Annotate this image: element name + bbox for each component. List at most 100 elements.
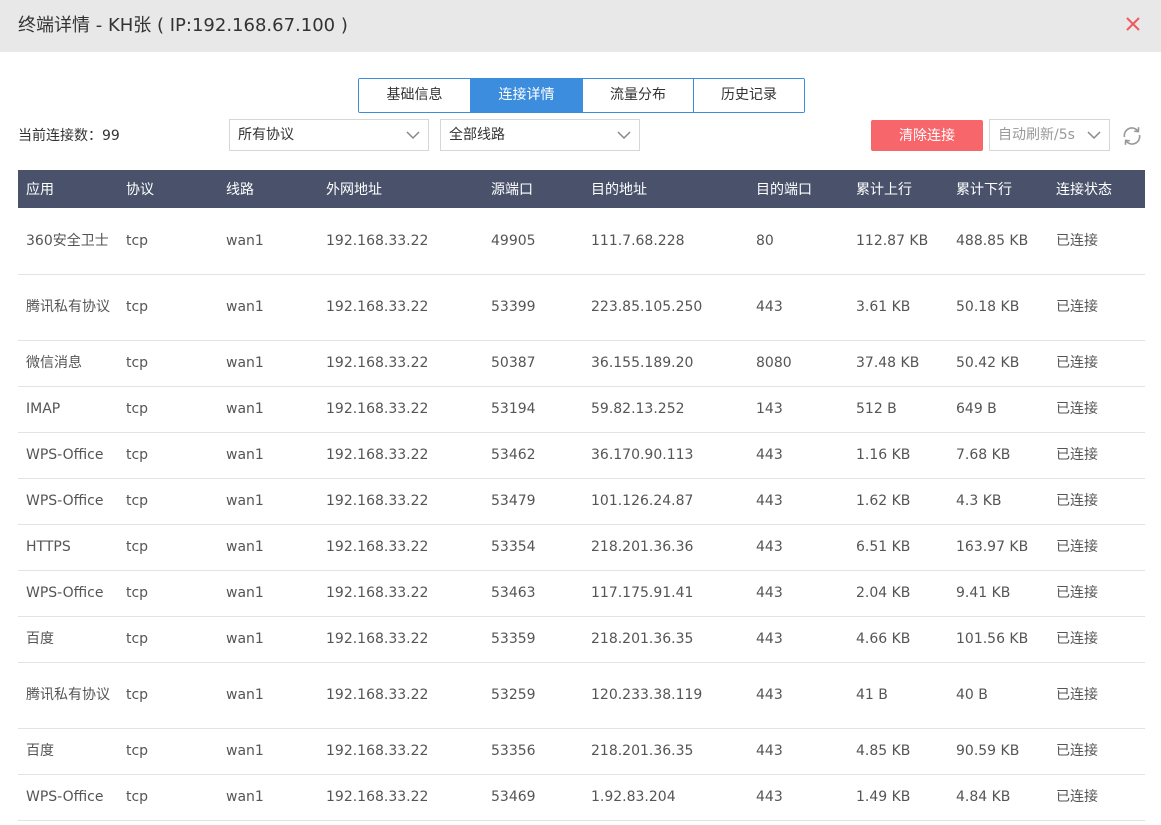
refresh-icon[interactable] [1120, 124, 1144, 148]
cell-status: 已连接 [1048, 662, 1145, 729]
cell-dest-port: 443 [748, 478, 848, 525]
cell-dest-port: 443 [748, 570, 848, 617]
cell-line: wan1 [218, 432, 318, 479]
tab-history[interactable]: 历史记录 [693, 79, 804, 112]
cell-upload: 1.49 KB [848, 774, 948, 821]
cell-protocol: tcp [118, 728, 218, 775]
cell-status: 已连接 [1048, 274, 1145, 341]
cell-upload: 37.48 KB [848, 340, 948, 387]
cell-protocol: tcp [118, 432, 218, 479]
auto-refresh-select[interactable]: 自动刷新/5s [989, 119, 1110, 151]
cell-dest-address: 36.170.90.113 [583, 432, 748, 479]
cell-protocol: tcp [118, 208, 218, 275]
cell-app: WPS-Office [18, 774, 118, 821]
table-row: WPS-Office tcp wan1 192.168.33.22 53469 1.92.… [18, 774, 1145, 821]
cell-source-port: 53399 [483, 274, 583, 341]
tab-connection-detail[interactable]: 连接详情 [470, 79, 582, 112]
column-header-dest-address[interactable]: 目的地址 [583, 170, 748, 208]
cell-upload: 4.85 KB [848, 728, 948, 775]
cell-protocol: tcp [118, 774, 218, 821]
cell-wan-address: 192.168.33.22 [318, 570, 483, 617]
cell-dest-address: 223.85.105.250 [583, 274, 748, 341]
cell-status: 已连接 [1048, 478, 1145, 525]
cell-status: 已连接 [1048, 432, 1145, 479]
auto-refresh-value: 自动刷新/5s [998, 127, 1075, 143]
cell-line: wan1 [218, 478, 318, 525]
cell-app: 百度 [18, 616, 118, 663]
cell-app: 腾讯私有协议 [18, 274, 118, 341]
cell-wan-address: 192.168.33.22 [318, 616, 483, 663]
cell-line: wan1 [218, 616, 318, 663]
line-select[interactable]: 全部线路 [440, 119, 640, 151]
column-header-line[interactable]: 线路 [218, 170, 318, 208]
cell-status: 已连接 [1048, 570, 1145, 617]
cell-source-port: 53194 [483, 386, 583, 433]
column-header-source-port[interactable]: 源端口 [483, 170, 583, 208]
cell-source-port: 53354 [483, 524, 583, 571]
tab-basic-info[interactable]: 基础信息 [359, 79, 470, 112]
table-row: IMAP tcp wan1 192.168.33.22 53194 59.82.13.25… [18, 386, 1145, 433]
table-row: WPS-Office tcp wan1 192.168.33.22 53462 36.17… [18, 432, 1145, 479]
cell-line: wan1 [218, 208, 318, 275]
cell-protocol: tcp [118, 386, 218, 433]
chevron-down-icon [1087, 131, 1101, 140]
chevron-down-icon [406, 131, 420, 140]
table-row: 百度 tcp wan1 192.168.33.22 53359 218.201.36.35… [18, 616, 1145, 663]
cell-status: 已连接 [1048, 524, 1145, 571]
cell-upload: 41 B [848, 662, 948, 729]
close-icon[interactable] [1123, 14, 1143, 34]
cell-download: 40 B [948, 662, 1048, 729]
cell-wan-address: 192.168.33.22 [318, 662, 483, 729]
cell-protocol: tcp [118, 662, 218, 729]
cell-download: 163.97 KB [948, 524, 1048, 571]
cell-source-port: 53259 [483, 662, 583, 729]
column-header-protocol[interactable]: 协议 [118, 170, 218, 208]
cell-dest-address: 117.175.91.41 [583, 570, 748, 617]
cell-dest-address: 218.201.36.35 [583, 616, 748, 663]
cell-source-port: 53356 [483, 728, 583, 775]
cell-app: 百度 [18, 728, 118, 775]
cell-status: 已连接 [1048, 386, 1145, 433]
column-header-upload[interactable]: 累计上行 [848, 170, 948, 208]
cell-upload: 1.16 KB [848, 432, 948, 479]
table-row: WPS-Office tcp wan1 192.168.33.22 53463 117.1… [18, 570, 1145, 617]
column-header-status[interactable]: 连接状态 [1048, 170, 1145, 208]
cell-protocol: tcp [118, 524, 218, 571]
cell-wan-address: 192.168.33.22 [318, 478, 483, 525]
cell-protocol: tcp [118, 478, 218, 525]
dialog-title: 终端详情 - KH张 ( IP:192.168.67.100 ) [18, 15, 348, 36]
cell-download: 649 B [948, 386, 1048, 433]
cell-dest-port: 443 [748, 728, 848, 775]
column-header-wan-address[interactable]: 外网地址 [318, 170, 483, 208]
cell-upload: 1.62 KB [848, 478, 948, 525]
cell-wan-address: 192.168.33.22 [318, 274, 483, 341]
cell-app: 360安全卫士 [18, 208, 118, 275]
cell-wan-address: 192.168.33.22 [318, 774, 483, 821]
cell-app: IMAP [18, 386, 118, 433]
table-header-row: 应用 协议 线路 外网地址 源端口 目的地址 目的端口 累计上行 累计下行 连接… [18, 170, 1145, 208]
cell-wan-address: 192.168.33.22 [318, 728, 483, 775]
protocol-select[interactable]: 所有协议 [229, 119, 429, 151]
clear-connections-button[interactable]: 清除连接 [871, 120, 983, 151]
cell-app: 微信消息 [18, 340, 118, 387]
cell-dest-port: 443 [748, 662, 848, 729]
column-header-download[interactable]: 累计下行 [948, 170, 1048, 208]
cell-download: 7.68 KB [948, 432, 1048, 479]
cell-source-port: 53469 [483, 774, 583, 821]
cell-dest-address: 218.201.36.36 [583, 524, 748, 571]
cell-source-port: 53463 [483, 570, 583, 617]
line-select-value: 全部线路 [449, 127, 505, 143]
cell-download: 4.84 KB [948, 774, 1048, 821]
cell-upload: 2.04 KB [848, 570, 948, 617]
cell-status: 已连接 [1048, 208, 1145, 275]
cell-dest-address: 1.92.83.204 [583, 774, 748, 821]
cell-dest-address: 111.7.68.228 [583, 208, 748, 275]
tab-traffic-distribution[interactable]: 流量分布 [582, 79, 693, 112]
cell-status: 已连接 [1048, 340, 1145, 387]
column-header-app[interactable]: 应用 [18, 170, 118, 208]
column-header-dest-port[interactable]: 目的端口 [748, 170, 848, 208]
table-row: 百度 tcp wan1 192.168.33.22 53356 218.201.36.35… [18, 728, 1145, 775]
cell-line: wan1 [218, 386, 318, 433]
cell-line: wan1 [218, 340, 318, 387]
cell-wan-address: 192.168.33.22 [318, 432, 483, 479]
